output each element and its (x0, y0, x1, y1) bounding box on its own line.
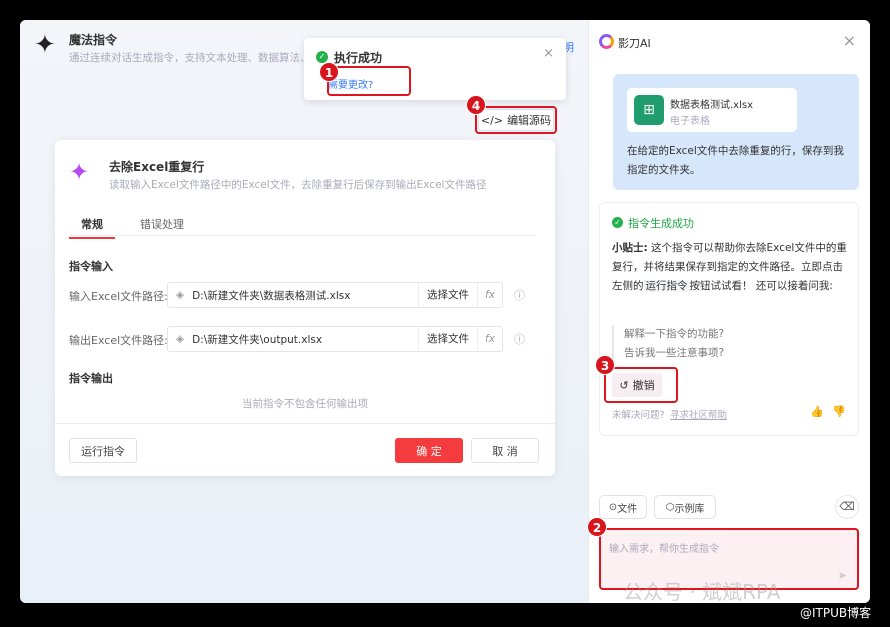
toast-title: 执行成功 (334, 51, 383, 65)
output-section-heading: 指令输出 (69, 372, 113, 385)
sparkle-icon: ✦ (34, 30, 56, 60)
tab-bar (69, 235, 536, 236)
watermark: 公众号 · 斌斌RPA (623, 580, 781, 603)
unresolved-text: 未解决问题? (612, 410, 665, 421)
card-title: 去除Excel重复行 (109, 160, 205, 174)
tip-text: 小贴士: 这个指令可以帮助你去除Excel文件中的重复行，并将结果保存到指定的文… (612, 239, 852, 296)
examples-button[interactable]: ⬡ 示例库 (654, 495, 716, 519)
choose-file-button[interactable]: 选择文件 (418, 283, 477, 307)
thumbs-down-icon[interactable]: 👎 (832, 405, 846, 418)
card-desc: 读取输入Excel文件路径中的Excel文件，去除重复行后保存到输出Excel文… (109, 179, 487, 191)
community-help-link[interactable]: 寻求社区帮助 (670, 407, 727, 421)
file-button[interactable]: ⊙ 文件 (599, 495, 647, 519)
file-name: 数据表格测试.xlsx (670, 100, 754, 111)
close-icon[interactable]: × (543, 46, 554, 61)
fx-button[interactable]: fx (477, 327, 502, 351)
send-icon[interactable]: ➤ (838, 569, 847, 582)
ai-panel: 影刀AI × ⊞ 数据表格测试.xlsx 电子表格 在给定的Excel文件中去除… (587, 20, 870, 603)
prompt-placeholder: 输入需求，帮你生成指令 (609, 544, 719, 555)
user-message: ⊞ 数据表格测试.xlsx 电子表格 在给定的Excel文件中去除重复的行，保存… (613, 74, 859, 190)
highlight-4 (475, 106, 557, 134)
instruction-card: ✦ 去除Excel重复行 读取输入Excel文件路径中的Excel文件，去除重复… (55, 140, 555, 476)
add-file-icon: ⊙ (608, 501, 618, 513)
fx-button[interactable]: fx (477, 283, 502, 307)
app-window: ✦ 魔法指令 通过连续对话生成指令，支持文本处理、数据算法、Ex 明 ✓ 执行成… (20, 20, 870, 603)
main-area: ✦ 魔法指令 通过连续对话生成指令，支持文本处理、数据算法、Ex 明 ✓ 执行成… (20, 20, 588, 603)
ai-logo-icon (599, 34, 614, 49)
user-message-text: 在给定的Excel文件中去除重复的行，保存到我指定的文件夹。 (627, 145, 844, 176)
output-path-label: 输出Excel文件路径: (69, 334, 168, 347)
badge-1: 1 (319, 62, 339, 82)
suggestions: 解释一下指令的功能? 告诉我一些注意事项? (612, 325, 724, 363)
cancel-button[interactable]: 取 消 (471, 438, 539, 463)
file-type: 电子表格 (670, 116, 710, 127)
examples-button-label: 示例库 (674, 503, 705, 515)
page-title: 魔法指令 (69, 33, 118, 47)
spreadsheet-icon: ⊞ (634, 95, 664, 125)
badge-3: 3 (595, 355, 615, 375)
output-path-field[interactable]: ◈ D:\新建文件夹\output.xlsx 选择文件 fx (167, 326, 503, 352)
highlight-1 (327, 66, 411, 96)
choose-file-button[interactable]: 选择文件 (418, 327, 477, 351)
input-path-label: 输入Excel文件路径: (69, 290, 168, 303)
badge-4: 4 (466, 95, 486, 115)
file-attachment[interactable]: ⊞ 数据表格测试.xlsx 电子表格 (627, 88, 797, 132)
empty-output-text: 当前指令不包含任何输出项 (242, 398, 368, 410)
tip-code: 运行指令 (643, 280, 690, 292)
suggestion-item[interactable]: 解释一下指令的功能? (624, 325, 724, 344)
input-section-heading: 指令输入 (69, 260, 113, 273)
page-subtitle: 通过连续对话生成指令，支持文本处理、数据算法、Ex (69, 52, 324, 64)
success-text: 指令生成成功 (628, 217, 694, 230)
tip-b: 按钮试试看！ 还可以接着问我: (689, 280, 833, 292)
ai-title: 影刀AI (618, 37, 651, 50)
sparkle-icon: ✦ (69, 158, 90, 186)
check-icon: ✓ (612, 217, 623, 228)
tab-general[interactable]: 常规 (69, 216, 115, 239)
divider (55, 423, 555, 424)
python-icon: ◈ (176, 289, 185, 301)
credit-text: @ITPUB博客 (800, 606, 872, 620)
badge-2: 2 (587, 517, 607, 537)
confirm-button[interactable]: 确 定 (395, 438, 463, 463)
python-icon: ◈ (176, 333, 185, 345)
info-icon[interactable]: ⓘ (514, 331, 525, 347)
thumbs-up-icon[interactable]: 👍 (810, 405, 824, 418)
output-path-value: D:\新建文件夹\output.xlsx (192, 333, 323, 346)
highlight-3 (604, 367, 678, 403)
tab-error-handling[interactable]: 错误处理 (140, 216, 184, 232)
ai-response: ✓ 指令生成成功 小贴士: 这个指令可以帮助你去除Excel文件中的重复行，并将… (595, 202, 859, 436)
cube-icon: ⬡ (665, 501, 675, 513)
suggestion-item[interactable]: 告诉我一些注意事项? (624, 344, 724, 363)
clear-broom-icon[interactable]: ⌫ (835, 495, 859, 519)
file-button-label: 文件 (617, 503, 638, 515)
close-icon[interactable]: × (843, 31, 856, 50)
info-icon[interactable]: ⓘ (514, 287, 525, 303)
tip-label: 小贴士: (612, 242, 648, 254)
input-path-field[interactable]: ◈ D:\新建文件夹\数据表格测试.xlsx 选择文件 fx (167, 282, 503, 308)
run-instruction-button[interactable]: 运行指令 (69, 438, 137, 463)
input-path-value: D:\新建文件夹\数据表格测试.xlsx (192, 289, 351, 302)
